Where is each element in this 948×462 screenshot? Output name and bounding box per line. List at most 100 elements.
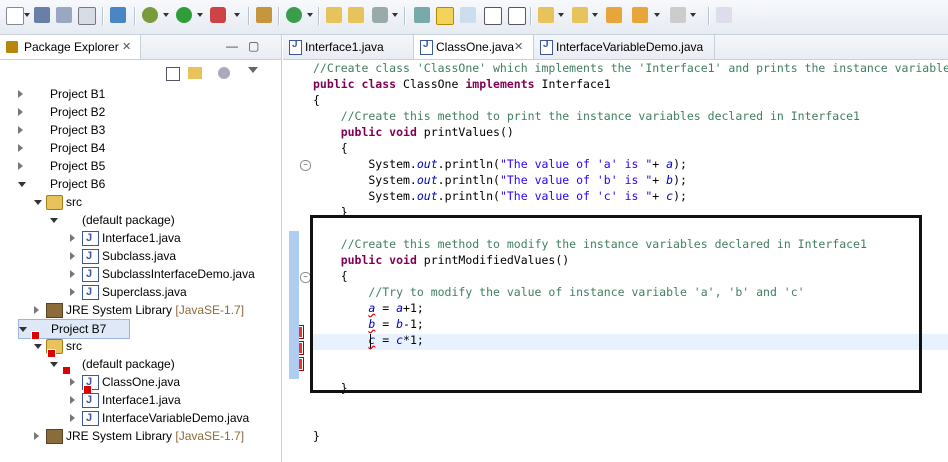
expanded-twistie-icon[interactable] [18,182,26,187]
collapsed-twistie-icon[interactable] [70,234,75,242]
last-edit-location-icon[interactable] [538,7,554,23]
tree-item-label: src [66,195,82,209]
tab-interfacevariabledemo-java[interactable]: InterfaceVariableDemo.java [534,35,715,59]
code-line: System.out.println("The value of 'a' is … [313,156,687,172]
editor-tab-label: Interface1.java [305,40,384,54]
save-icon[interactable] [34,7,50,23]
debug-icon[interactable] [142,7,158,23]
collapsed-twistie-icon[interactable] [18,126,23,134]
chevron-down-icon[interactable] [558,13,564,17]
new-java-class-icon[interactable] [286,7,302,23]
collapsed-twistie-icon[interactable] [70,378,75,386]
chevron-down-icon[interactable] [392,13,398,17]
close-icon[interactable]: ✕ [122,40,131,53]
chevron-down-icon[interactable] [163,13,169,17]
code-line: { [313,92,320,108]
chevron-down-icon[interactable] [592,13,598,17]
chevron-down-icon[interactable] [248,67,258,73]
expanded-twistie-icon[interactable] [19,327,27,332]
view-menu-icon[interactable] [218,67,230,79]
chevron-down-icon[interactable] [234,13,240,17]
show-whitespace-icon[interactable] [460,7,476,23]
open-task-icon[interactable] [348,7,364,23]
search-icon[interactable] [372,7,388,23]
forward-icon[interactable] [670,7,686,23]
code-token: ); [673,157,687,171]
collapsed-twistie-icon[interactable] [70,270,75,278]
collapsed-twistie-icon[interactable] [18,162,23,170]
change-ruler-bar [289,231,299,379]
code-token: out [416,157,438,171]
collapsed-twistie-icon[interactable] [70,252,75,260]
back-icon[interactable] [572,7,588,23]
tree-item-label: (default package) [82,213,175,227]
print-icon[interactable] [78,7,96,25]
tree-item[interactable]: Project B7 [18,319,130,340]
editor-tabbar: Interface1.java ClassOne.java ✕ Interfac… [283,35,948,60]
java-file-icon [540,39,553,55]
tab-classone-java[interactable]: ClassOne.java ✕ [414,35,534,59]
code-line: } [313,428,320,444]
toolbar-separator [404,7,406,25]
code-token: printValues() [416,125,514,139]
new-java-package-icon[interactable] [256,7,272,23]
previous-annotation-icon[interactable] [508,7,526,25]
collapse-icon[interactable]: − [300,160,311,171]
chevron-down-icon[interactable] [690,13,696,17]
collapsed-twistie-icon[interactable] [18,108,23,116]
collapsed-twistie-icon[interactable] [34,432,39,440]
open-type-icon[interactable] [326,7,342,23]
minimize-icon[interactable]: — [226,39,238,53]
collapsed-twistie-icon[interactable] [70,396,75,404]
link-with-editor-icon[interactable] [188,67,202,79]
expanded-twistie-icon[interactable] [50,218,58,223]
expanded-twistie-icon[interactable] [34,344,42,349]
java-icon [82,265,99,283]
collapsed-twistie-icon[interactable] [18,90,23,98]
tree-item-label: Project B1 [50,87,106,101]
chevron-down-icon[interactable] [197,13,203,17]
tab-package-explorer[interactable]: Package Explorer ✕ [0,35,141,59]
src-icon [46,195,63,210]
code-token: + [652,157,667,171]
tree-item-label: Superclass.java [102,285,187,299]
code-token: .println( [437,173,500,187]
collapsed-twistie-icon[interactable] [70,414,75,422]
toggle-block-selection-icon[interactable] [436,7,454,25]
project-icon [30,87,45,100]
pin-editor-icon[interactable] [716,7,732,23]
tab-interface1-java[interactable]: Interface1.java [283,35,414,59]
toggle-mark-occurrences-icon[interactable] [414,7,430,23]
chevron-down-icon[interactable] [307,13,313,17]
chevron-down-icon[interactable] [654,13,660,17]
code-token: "The value of 'c' is " [499,189,653,203]
new-icon[interactable] [6,7,24,25]
toolbar-separator [278,7,280,25]
next-annotation-icon[interactable] [484,7,502,25]
collapsed-twistie-icon[interactable] [18,144,23,152]
tree-item-label: InterfaceVariableDemo.java [102,411,250,425]
chevron-down-icon[interactable] [24,13,30,17]
package-icon [62,213,77,226]
save-all-icon[interactable] [56,7,72,23]
package-explorer-title: Package Explorer [24,40,119,54]
run-icon[interactable] [176,7,192,23]
code-token: //Create class 'ClassOne' which implemen… [313,61,948,75]
code-token: "The value of 'a' is " [499,157,653,171]
java-icon [82,391,99,409]
code-token: public class [313,77,397,91]
jre-icon [46,303,63,318]
back-icon[interactable] [632,7,648,23]
skip-breakpoints-icon[interactable] [110,7,126,23]
expanded-twistie-icon[interactable] [34,200,42,205]
maximize-icon[interactable]: ▢ [248,39,259,53]
collapse-all-icon[interactable] [166,67,180,81]
close-icon[interactable]: ✕ [514,40,523,53]
run-external-icon[interactable] [210,7,226,23]
project-icon [30,141,45,154]
collapsed-twistie-icon[interactable] [34,306,39,314]
collapsed-twistie-icon[interactable] [70,288,75,296]
tree-item-label: src [66,339,82,353]
back-icon[interactable] [606,7,622,23]
expanded-twistie-icon[interactable] [50,362,58,367]
